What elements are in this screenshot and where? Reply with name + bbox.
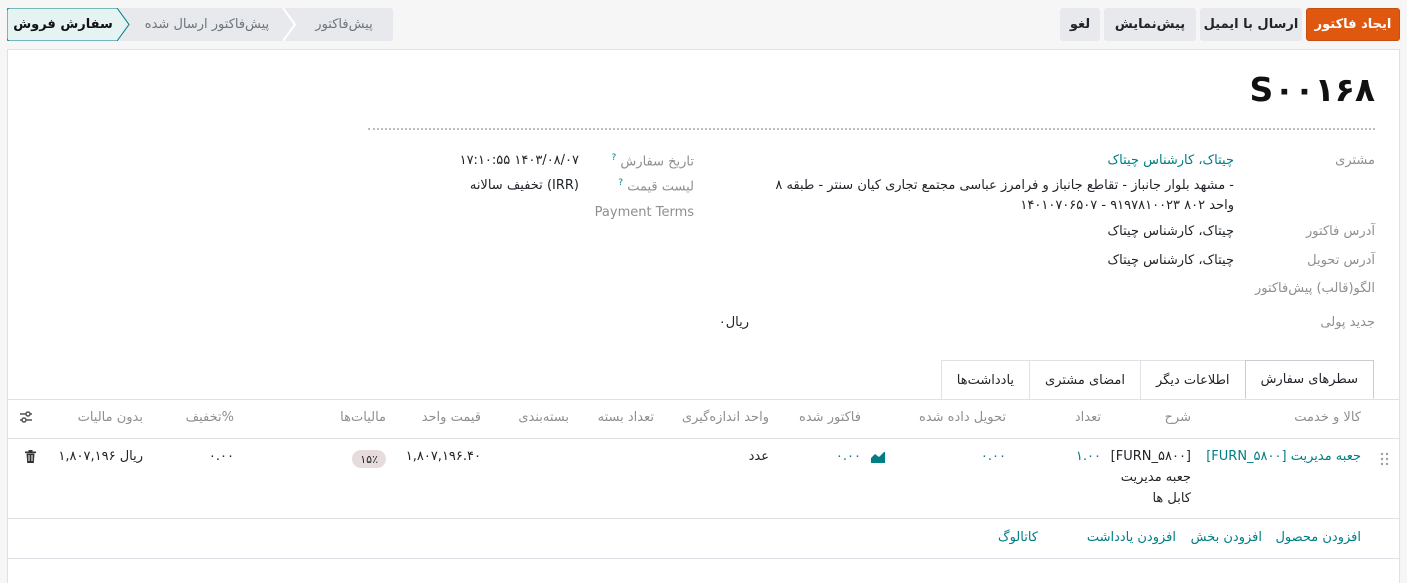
- notebook-tabs: سطرهای سفارش اطلاعات دیگر امضای مشتری یا…: [940, 360, 1374, 399]
- delivery-address-label: آدرس تحویل: [1307, 253, 1375, 268]
- table-footer-divider: [8, 558, 1399, 559]
- column-settings-icon[interactable]: [19, 410, 33, 424]
- col-taxes[interactable]: مالیات‌ها: [340, 410, 386, 425]
- table-row-divider: [8, 518, 1399, 519]
- order-date-label: ? تاریخ سفارش: [611, 153, 695, 170]
- order-date-field[interactable]: ۱۷:۱۰:۵۵ ۱۴۰۳/۰۸/۰۷: [460, 153, 579, 168]
- tax-badge: ۱۵٪: [352, 450, 386, 468]
- customer-label: مشتری: [1335, 153, 1375, 168]
- control-panel: ایجاد فاکتور ارسال با ایمیل پیش‌نمایش لغ…: [0, 0, 1407, 48]
- delivery-address-field[interactable]: چیتاک، کارشناس چیتاک: [1108, 253, 1235, 268]
- trash-icon[interactable]: [25, 450, 36, 463]
- invoice-address-field[interactable]: چیتاک، کارشناس چیتاک: [1108, 224, 1235, 239]
- pricelist-label: ? لیست قیمت: [618, 178, 694, 195]
- col-product[interactable]: کالا و خدمت: [1294, 410, 1361, 425]
- col-package-qty[interactable]: تعداد بسته: [598, 410, 654, 425]
- row-product[interactable]: [FURN_۵۸۰۰] جعبه مدیریت: [1206, 449, 1361, 464]
- stage-sale-order[interactable]: سفارش فروش: [7, 8, 119, 41]
- row-subtotal: ریال ۱,۸۰۷,۱۹۶: [58, 449, 143, 464]
- tab-order-lines[interactable]: سطرهای سفارش: [1244, 360, 1374, 399]
- row-uom: عدد: [748, 449, 769, 464]
- col-unit-price[interactable]: قیمت واحد: [422, 410, 481, 425]
- row-discount[interactable]: ۰.۰۰: [209, 449, 234, 464]
- form-sheet: S۰۰۱۶۸ مشتری چیتاک، کارشناس چیتاک مشهد ب…: [7, 49, 1400, 583]
- row-quantity[interactable]: ۱.۰۰: [1076, 449, 1101, 464]
- customer-address-line-2: واحد ۸۰۲ ۹۱۹۷۸۱۰۰۲۳ - ۱۴۰۱۰۷۰۶۵۰۷: [1020, 198, 1234, 213]
- col-discount[interactable]: تخفیف%: [186, 410, 234, 425]
- row-delivered[interactable]: ۰.۰۰: [981, 449, 1006, 464]
- cancel-button[interactable]: لغو: [1060, 8, 1100, 41]
- col-subtotal[interactable]: بدون مالیات: [78, 410, 143, 425]
- drag-handle-icon[interactable]: [1380, 452, 1390, 466]
- invoice-address-label: آدرس فاکتور: [1306, 224, 1375, 239]
- row-description-name: جعبه مدیریت: [1120, 470, 1191, 485]
- new-money-label: جدید پولی: [1320, 315, 1375, 330]
- help-icon[interactable]: ?: [612, 153, 617, 163]
- row-unit-price[interactable]: ۱,۸۰۷,۱۹۶.۴۰: [406, 449, 481, 464]
- stage-quotation[interactable]: پیش‌فاکتور: [295, 8, 393, 41]
- col-packaging[interactable]: بسته‌بندی: [518, 410, 569, 425]
- preview-button[interactable]: پیش‌نمایش: [1104, 8, 1196, 41]
- add-note-link[interactable]: افزودن یادداشت: [1087, 530, 1176, 545]
- row-invoiced[interactable]: ۰.۰۰: [836, 449, 861, 464]
- help-icon[interactable]: ?: [618, 178, 623, 188]
- title-divider: [368, 128, 1375, 130]
- send-email-button[interactable]: ارسال با ایمیل: [1200, 8, 1302, 41]
- create-invoice-button[interactable]: ایجاد فاکتور: [1306, 8, 1400, 41]
- catalog-link[interactable]: کاتالوگ: [998, 530, 1038, 545]
- tab-divider: [8, 399, 1399, 400]
- order-reference: S۰۰۱۶۸: [1249, 70, 1375, 109]
- col-invoiced[interactable]: فاکتور شده: [799, 410, 861, 425]
- tab-customer-signature[interactable]: امضای مشتری: [1029, 360, 1141, 399]
- col-uom[interactable]: واحد اندازه‌گیری: [682, 410, 769, 425]
- status-bar: سفارش فروش پیش‌فاکتور ارسال شده پیش‌فاکت…: [7, 8, 393, 41]
- quote-template-label: الگو(قالب) پیش‌فاکتور: [1254, 281, 1375, 296]
- new-money-value: ۰ریال: [718, 315, 749, 330]
- col-description[interactable]: شرح: [1165, 410, 1191, 425]
- table-header-divider: [8, 438, 1399, 439]
- customer-address-line-1: مشهد بلوار جانباز - تقاطع جانباز و فرامر…: [775, 178, 1234, 193]
- row-description-code: [FURN_۵۸۰۰]: [1110, 449, 1191, 464]
- customer-field[interactable]: چیتاک، کارشناس چیتاک: [1108, 153, 1235, 168]
- pricelist-field[interactable]: تخفیف سالانه (IRR): [470, 178, 579, 193]
- payment-terms-label: Payment Terms: [594, 205, 694, 220]
- col-quantity[interactable]: تعداد: [1075, 410, 1101, 425]
- stage-quotation-sent[interactable]: پیش‌فاکتور ارسال شده: [129, 8, 285, 41]
- col-delivered[interactable]: تحویل داده شده: [919, 410, 1006, 425]
- tab-notes[interactable]: یادداشت‌ها: [940, 360, 1031, 399]
- add-product-link[interactable]: افزودن محصول: [1275, 530, 1361, 545]
- row-description-category: کابل ها: [1152, 491, 1191, 506]
- add-section-link[interactable]: افزودن بخش: [1191, 530, 1262, 545]
- forecast-chart-icon[interactable]: [870, 451, 886, 464]
- tab-other-info[interactable]: اطلاعات دیگر: [1139, 360, 1246, 399]
